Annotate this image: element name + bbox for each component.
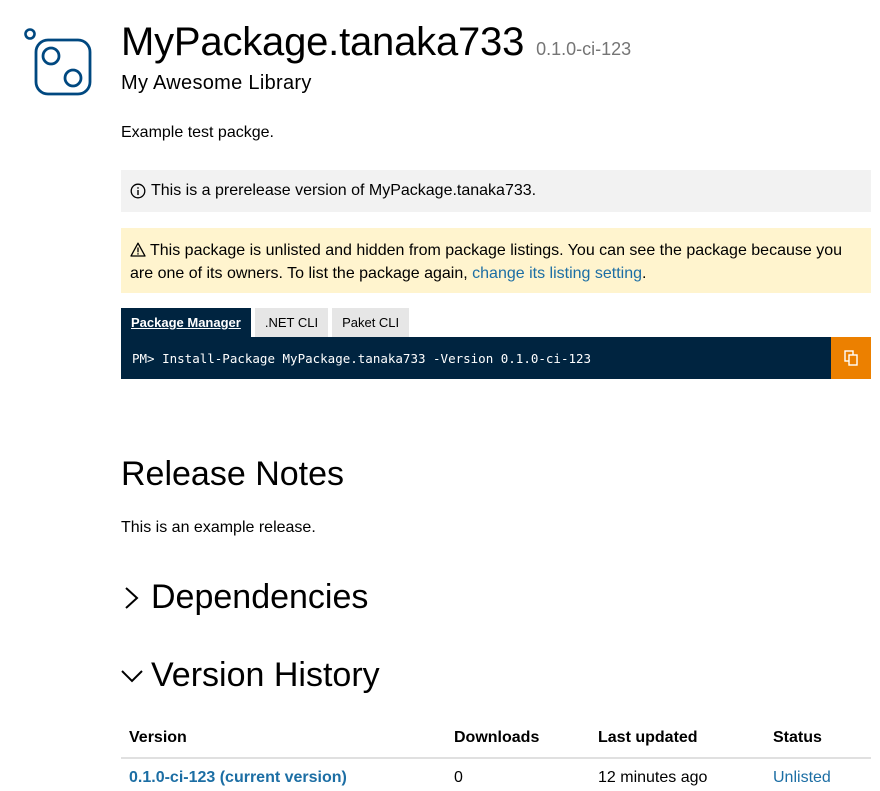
copy-button[interactable] [831,337,871,379]
prerelease-alert: This is a prerelease version of MyPackag… [121,170,871,212]
last-updated: 12 minutes ago [598,769,708,786]
version-history-toggle[interactable]: Version History [121,656,380,695]
column-header-status: Status [765,720,871,759]
package-title-row: MyPackage.tanaka733 0.1.0-ci-123 [121,20,631,65]
column-header-downloads: Downloads [446,720,590,759]
downloads-count: 0 [454,769,463,786]
version-link[interactable]: 0.1.0-ci-123 (current version) [129,769,347,786]
warning-icon [130,242,146,257]
package-logo-icon [24,28,92,96]
install-command[interactable]: PM> Install-Package MyPackage.tanaka733 … [121,351,831,366]
table-header-row: Version Downloads Last updated Status [121,720,871,759]
tab-package-manager[interactable]: Package Manager [121,308,251,337]
package-name: MyPackage.tanaka733 [121,20,525,64]
listing-setting-link[interactable]: change its listing setting [472,265,642,282]
column-header-last-updated: Last updated [590,720,765,759]
prerelease-alert-text: This is a prerelease version of MyPackag… [151,182,537,199]
chevron-down-icon [121,669,143,682]
tab-paket-cli[interactable]: Paket CLI [332,308,410,337]
install-command-box: PM> Install-Package MyPackage.tanaka733 … [121,337,871,379]
unlisted-alert-end: . [642,265,647,282]
package-subtitle: My Awesome Library [121,72,312,94]
version-history-heading: Version History [151,656,380,694]
info-icon [130,183,146,199]
dependencies-toggle[interactable]: Dependencies [121,578,368,617]
install-tabs: Package Manager .NET CLI Paket CLI [121,308,410,337]
column-header-version: Version [121,720,446,759]
package-version: 0.1.0-ci-123 [536,39,632,59]
copy-icon [844,350,858,366]
unlisted-alert: This package is unlisted and hidden from… [121,228,871,293]
version-history-table: Version Downloads Last updated Status 0.… [121,720,871,791]
release-notes-text: This is an example release. [121,519,316,536]
release-notes-heading: Release Notes [121,455,345,493]
package-description: Example test packge. [121,124,274,141]
status-link[interactable]: Unlisted [773,769,831,786]
chevron-right-icon [125,586,139,609]
table-row: 0.1.0-ci-123 (current version) 0 12 minu… [121,758,871,791]
tab-dotnet-cli[interactable]: .NET CLI [254,308,329,337]
dependencies-heading: Dependencies [151,578,369,616]
